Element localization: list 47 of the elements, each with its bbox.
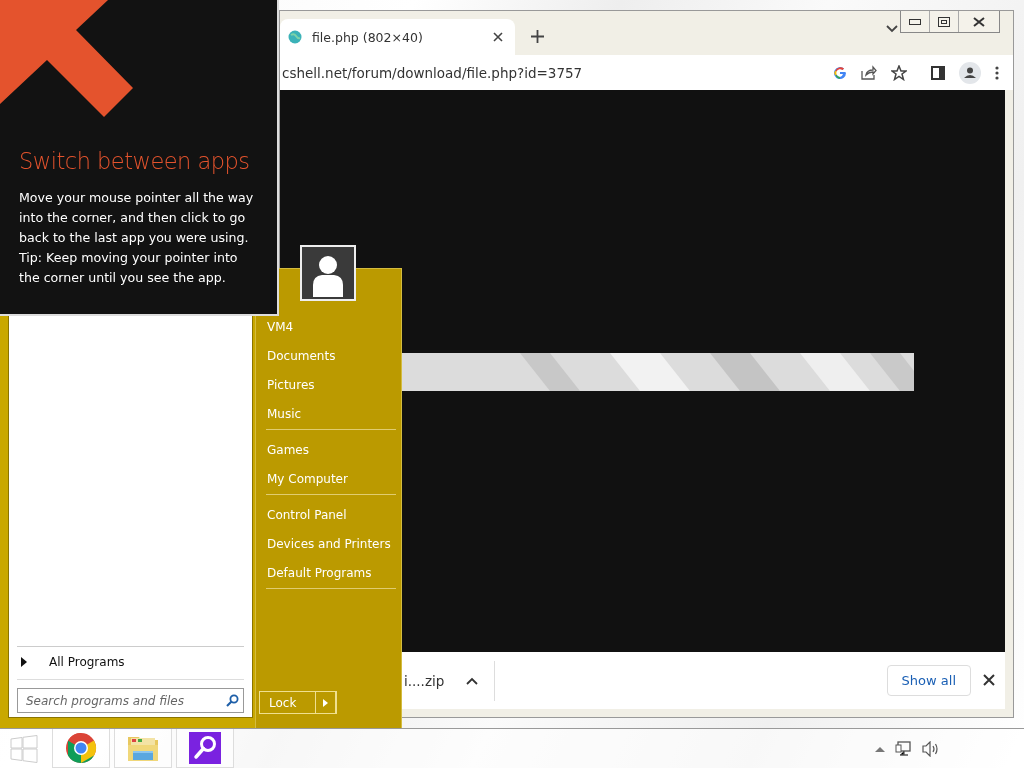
globe-icon: [288, 30, 302, 44]
restore-button[interactable]: [929, 11, 958, 32]
profile-icon[interactable]: [959, 61, 981, 84]
menu-item[interactable]: Control Panel: [266, 501, 396, 530]
search-icon: [189, 732, 221, 764]
browser-tab[interactable]: file.php (802×40): [280, 19, 515, 55]
tab-title: file.php (802×40): [312, 29, 423, 45]
menu-item[interactable]: My Computer: [266, 465, 396, 494]
taskbar-button[interactable]: [52, 729, 110, 768]
tip-title: Switch between apps: [19, 148, 250, 174]
triangle-icon: [323, 698, 328, 707]
minimize-button[interactable]: [901, 11, 929, 32]
menu-item[interactable]: Music: [266, 400, 396, 429]
side-panel-icon[interactable]: [931, 65, 945, 80]
search-field[interactable]: Search programs and files: [17, 688, 244, 713]
speaker-icon[interactable]: [922, 740, 940, 757]
plus-icon: [531, 30, 544, 43]
network-icon[interactable]: [895, 740, 912, 757]
all-programs-item[interactable]: All Programs: [17, 646, 244, 680]
tip-text: Move your mouse pointer all the way into the corner, and then click to go back to the last app you were using.: [19, 189, 255, 247]
minimize-icon: [909, 18, 921, 25]
close-icon: [983, 674, 995, 686]
tip-text: Tip: Keep moving your pointer into the corner until you see the app.: [19, 249, 239, 287]
close-button[interactable]: [958, 11, 999, 32]
triangle-icon: [21, 657, 27, 667]
chevron-down-icon[interactable]: [886, 25, 898, 33]
menu-item[interactable]: Default Programs: [266, 559, 396, 588]
menu-item[interactable]: Devices and Printers: [266, 530, 396, 559]
google-icon[interactable]: [833, 65, 847, 80]
share-icon[interactable]: [861, 65, 877, 80]
menu-item[interactable]: Games: [266, 436, 396, 465]
menu-item[interactable]: Documents: [266, 342, 396, 371]
close-icon: [973, 16, 985, 27]
menu-icon[interactable]: [995, 65, 999, 80]
menu-item[interactable]: VM4: [266, 313, 396, 342]
restore-icon: [938, 16, 950, 27]
menu-item[interactable]: Pictures: [266, 371, 396, 400]
taskbar-button[interactable]: [176, 729, 234, 768]
download-item[interactable]: i....zip: [404, 672, 445, 689]
star-icon[interactable]: [891, 64, 907, 81]
user-avatar-icon: [300, 245, 356, 301]
chrome-icon: [65, 732, 97, 764]
close-icon: [493, 32, 503, 42]
search-icon: [226, 694, 239, 707]
show-all-button[interactable]: Show all: [886, 665, 971, 696]
arrow-icon: [0, 0, 134, 118]
caret-up-icon[interactable]: [466, 676, 479, 685]
